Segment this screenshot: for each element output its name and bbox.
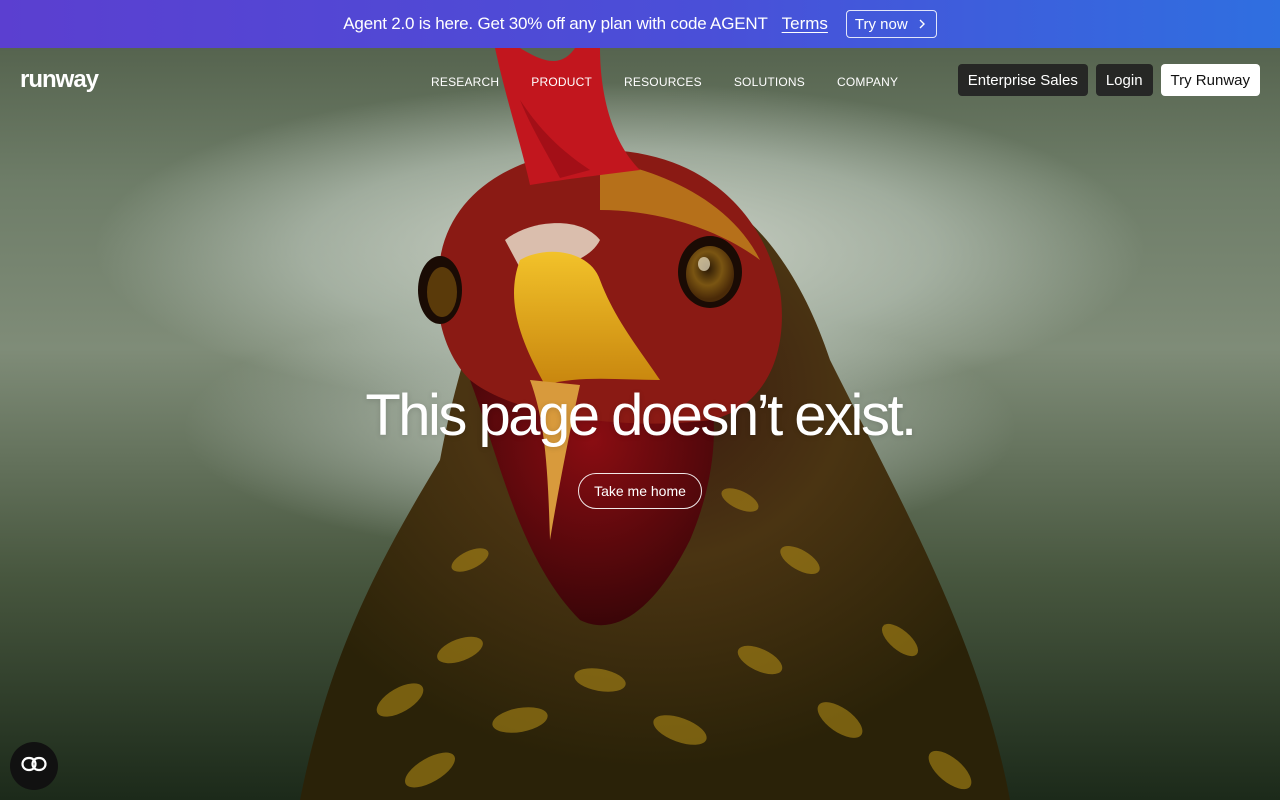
try-now-label: Try now (854, 15, 908, 33)
banner-text: Agent 2.0 is here. Get 30% off any plan … (343, 14, 768, 33)
chevron-right-icon (918, 17, 926, 31)
nav-link-product[interactable]: PRODUCT (531, 75, 592, 89)
try-runway-button[interactable]: Try Runway (1160, 64, 1260, 96)
try-now-button[interactable]: Try now (845, 10, 937, 38)
nav-link-company[interactable]: COMPANY (837, 75, 898, 89)
top-navigation: runway RESEARCH PRODUCT RESOURCES SOLUTI… (0, 48, 1280, 112)
nav-link-research[interactable]: RESEARCH (431, 75, 499, 89)
floating-chat-button[interactable] (10, 742, 58, 790)
terms-link[interactable]: Terms (782, 14, 828, 34)
enterprise-sales-button[interactable]: Enterprise Sales (957, 64, 1088, 96)
nav-links: RESEARCH PRODUCT RESOURCES SOLUTIONS COM… (431, 75, 898, 89)
page-title: This page doesn’t exist. (365, 383, 917, 448)
nav-actions: Enterprise Sales Login Try Runway (957, 64, 1260, 96)
link-icon (21, 756, 47, 777)
take-me-home-button[interactable]: Take me home (578, 473, 702, 509)
nav-link-resources[interactable]: RESOURCES (624, 75, 702, 89)
nav-link-solutions[interactable]: SOLUTIONS (734, 75, 805, 89)
runway-logo[interactable]: runway (20, 66, 99, 94)
login-button[interactable]: Login (1095, 64, 1153, 96)
announcement-banner: Agent 2.0 is here. Get 30% off any plan … (0, 0, 1280, 48)
